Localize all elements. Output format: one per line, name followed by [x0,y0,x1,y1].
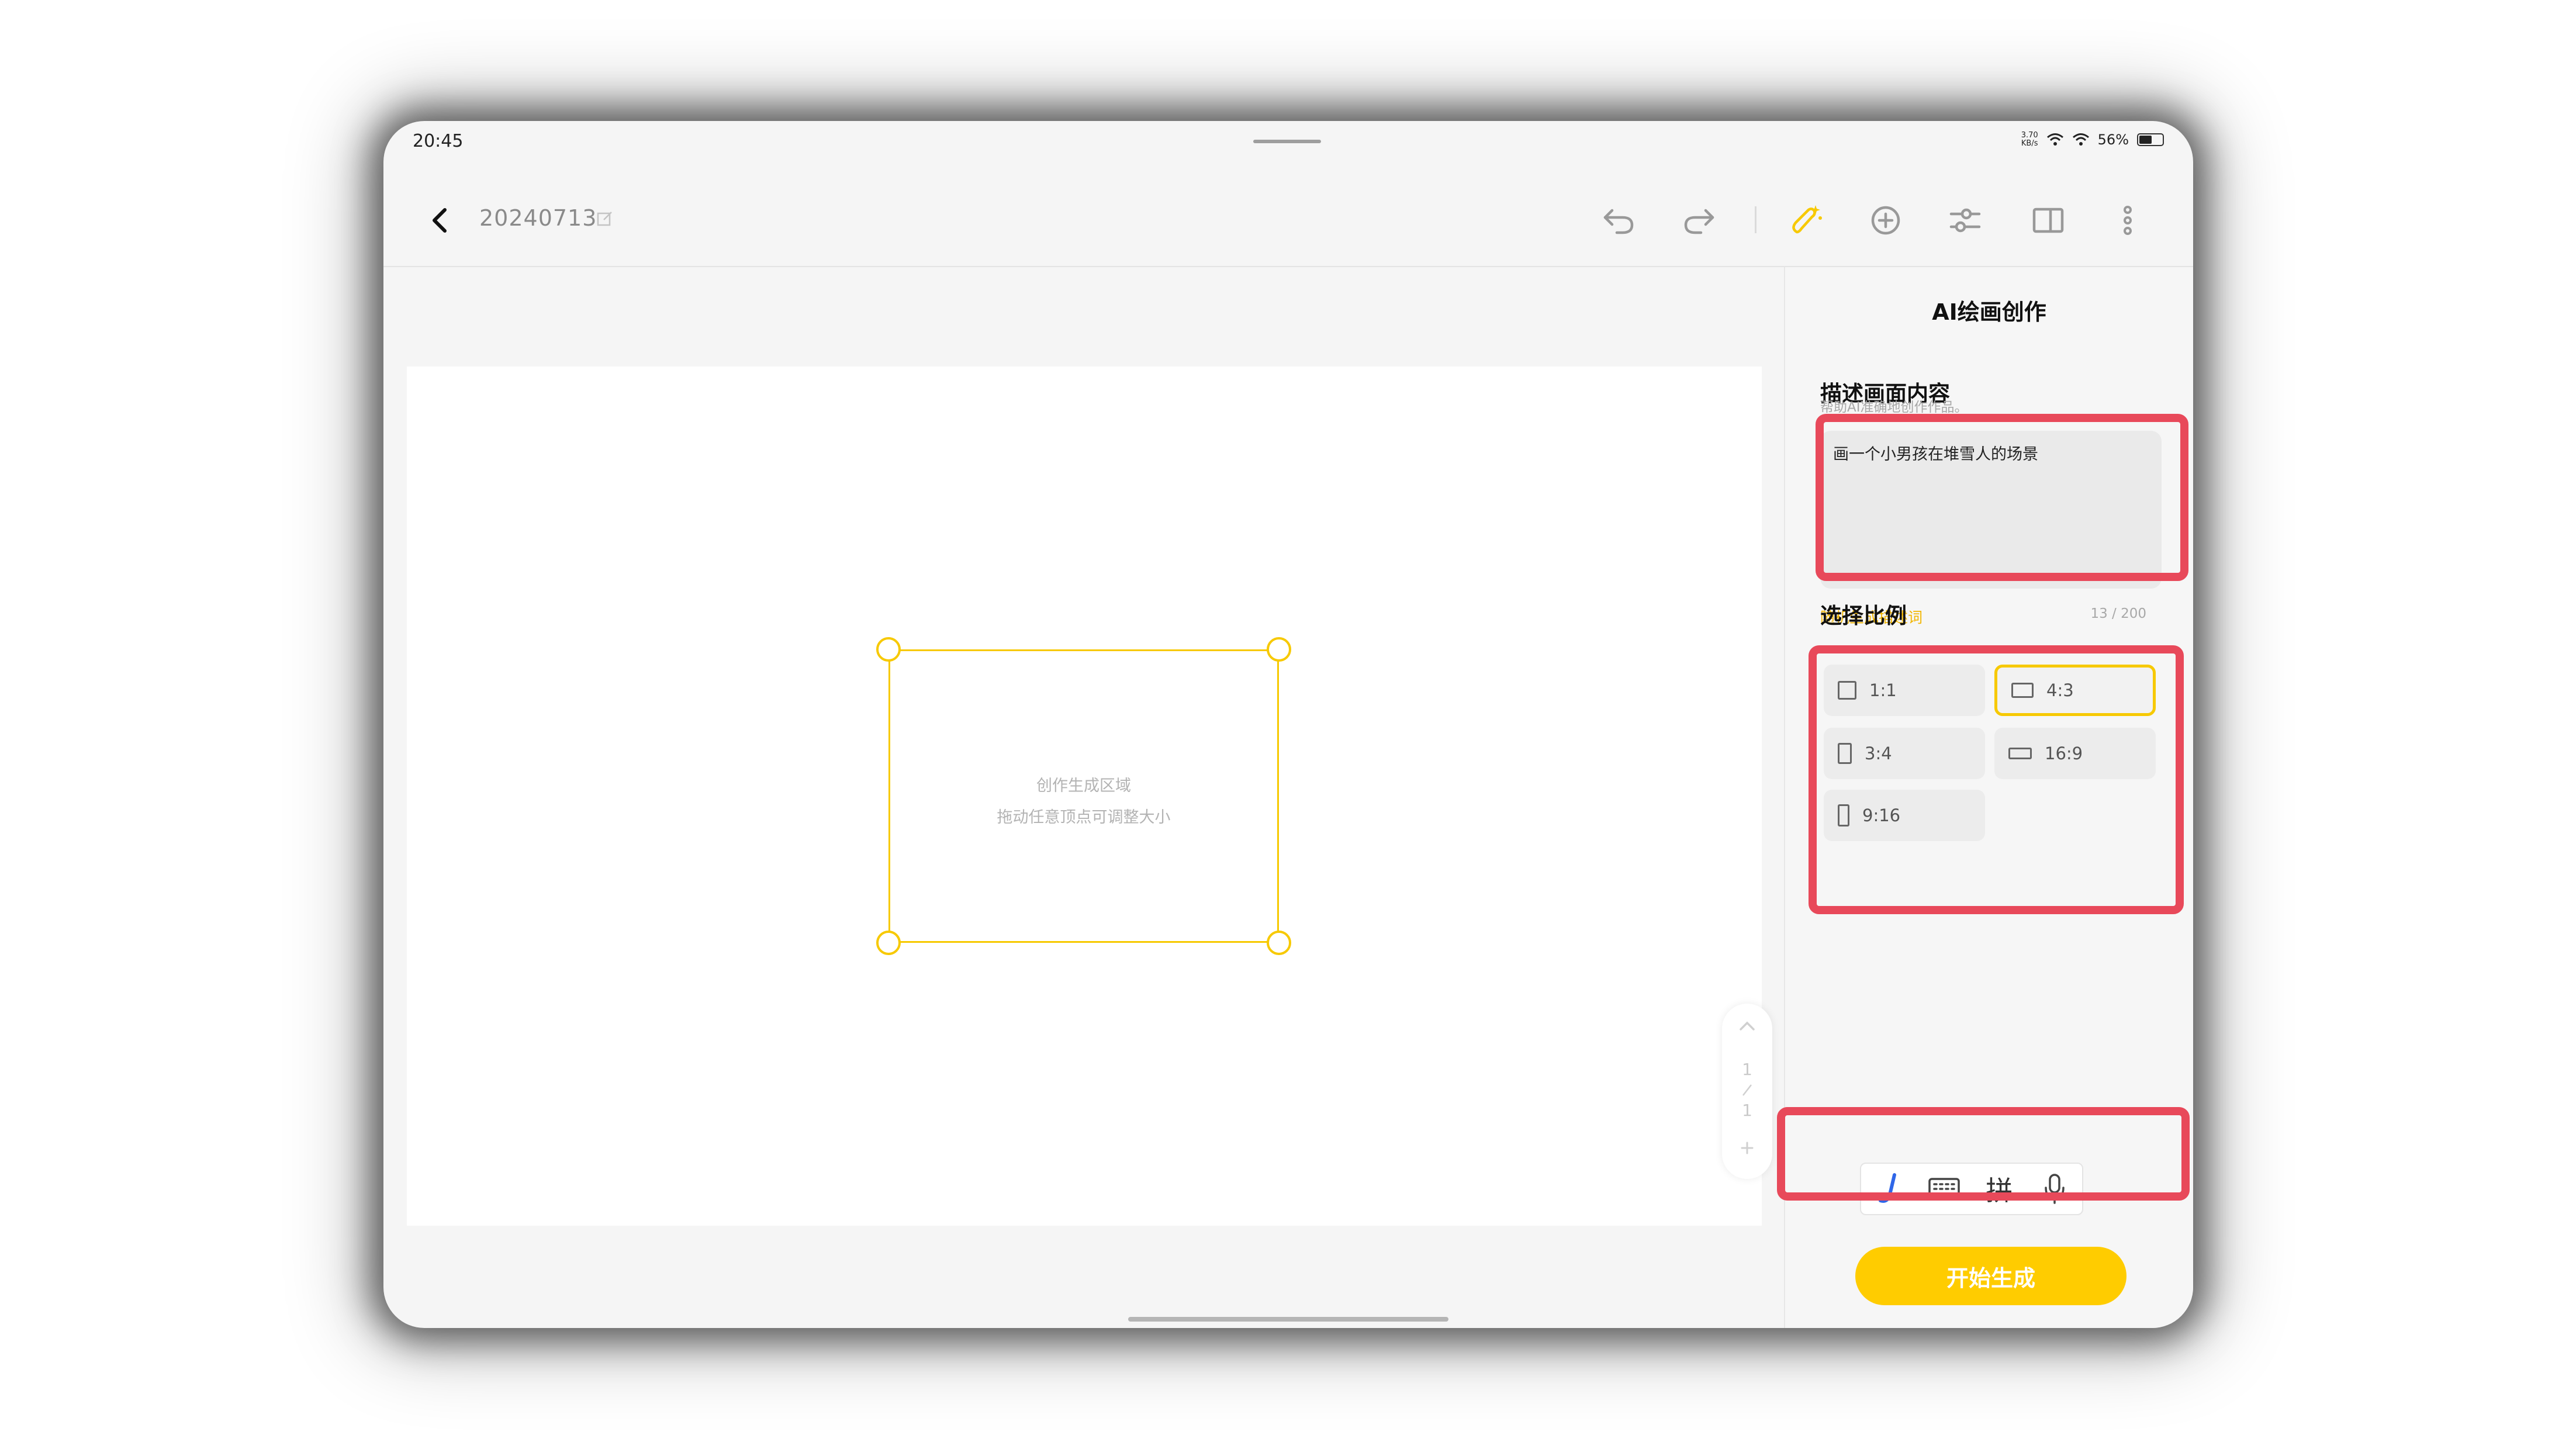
toolbar-divider [1755,206,1756,233]
start-generate-button[interactable]: 开始生成 [1855,1247,2127,1305]
current-page: 1 [1742,1060,1752,1079]
describe-section-subtitle: 帮助AI准确地创作作品。 [1820,400,1968,415]
add-button[interactable] [1862,197,1909,244]
home-indicator[interactable] [1128,1317,1448,1322]
redo-icon [1684,209,1714,234]
page-up-icon[interactable] [1738,1020,1756,1032]
split-view-button[interactable] [2025,197,2072,244]
battery-percent: 56% [2097,132,2129,148]
resize-handle-bottom-left[interactable] [876,931,901,955]
ratio-section-title: 选择比例 [1820,603,1907,628]
redo-button[interactable] [1675,197,1722,244]
wifi-icon [2046,133,2063,146]
add-page-icon[interactable] [1740,1140,1755,1156]
page-separator [1742,1084,1752,1096]
top-toolbar: 20240713 [383,174,2193,267]
highlight-ratio-section [1809,645,2184,914]
resize-handle-bottom-right[interactable] [1267,931,1291,955]
resize-handle-top-left[interactable] [876,637,901,662]
generation-area-hint-title: 创作生成区域 [1036,777,1131,795]
resize-handle-top-right[interactable] [1267,637,1291,662]
generation-area-hint-subtitle: 拖动任意顶点可调整大小 [997,808,1171,826]
document-title[interactable]: 20240713 [479,205,597,231]
adjust-sliders-icon [1949,208,1981,233]
generation-area[interactable]: 创作生成区域 拖动任意顶点可调整大小 [888,649,1279,943]
back-arrow-icon [433,208,447,233]
more-button[interactable] [2104,197,2151,244]
adjust-button[interactable] [1942,197,1989,244]
split-view-icon [2032,208,2064,233]
undo-button[interactable] [1596,197,1643,244]
total-pages: 1 [1742,1101,1752,1120]
highlight-start-button [1777,1107,2190,1201]
back-button[interactable] [426,203,454,238]
battery-fill [2139,136,2152,144]
drawing-canvas[interactable]: 创作生成区域 拖动任意顶点可调整大小 1 1 [407,366,1772,1226]
ai-paint-button[interactable] [1783,197,1830,244]
highlight-prompt-input [1816,414,2188,581]
undo-icon [1603,209,1634,234]
status-indicators: 3.70 KB/s 56% [2021,132,2164,148]
more-vertical-icon [2124,206,2132,235]
status-time: 20:45 [413,131,464,151]
edit-icon[interactable] [596,210,614,227]
battery-icon [2137,133,2164,146]
character-counter: 13 / 200 [2090,606,2146,621]
add-circle-icon [1871,206,1900,235]
top-drag-handle[interactable] [1253,140,1321,143]
wifi-icon-secondary [2072,133,2089,146]
network-speed: 3.70 KB/s [2021,131,2038,148]
page-indicator: 1 1 [1722,1004,1772,1179]
ai-brush-icon [1792,205,1822,234]
panel-title: AI绘画创作 [1932,299,2046,325]
